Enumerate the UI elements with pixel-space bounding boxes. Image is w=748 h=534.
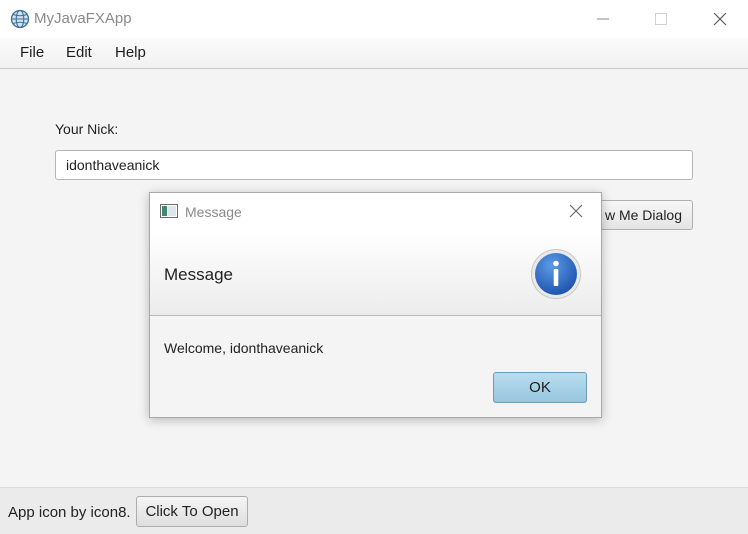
dialog-header: Message	[150, 230, 601, 316]
menu-help[interactable]: Help	[115, 44, 146, 61]
minimize-button[interactable]	[580, 0, 626, 38]
dialog-close-icon[interactable]	[568, 203, 584, 219]
menu-file[interactable]: File	[20, 44, 44, 61]
close-icon	[713, 12, 727, 26]
window-icon	[160, 204, 178, 218]
status-bar: App icon by icon8. Click To Open	[0, 487, 748, 534]
menu-bar: File Edit Help	[0, 38, 748, 69]
globe-icon	[10, 9, 30, 29]
click-to-open-button[interactable]: Click To Open	[136, 496, 248, 527]
dialog-title: Message	[185, 204, 242, 220]
maximize-icon	[655, 13, 667, 25]
icon-credit-text: App icon by icon8.	[8, 504, 131, 521]
window-title: MyJavaFXApp	[34, 10, 132, 27]
nick-input[interactable]	[55, 150, 693, 180]
dialog-header-text: Message	[164, 265, 233, 284]
dialog-message: Welcome, idonthaveanick	[164, 340, 324, 356]
maximize-button[interactable]	[638, 0, 684, 38]
dialog-titlebar: Message	[150, 193, 601, 230]
info-icon	[531, 249, 581, 299]
menu-edit[interactable]: Edit	[66, 44, 92, 61]
minimize-icon	[597, 18, 609, 20]
message-dialog: Message Message Welcome, idonthaveanick …	[149, 192, 602, 418]
ok-button[interactable]: OK	[493, 372, 587, 403]
window-titlebar: MyJavaFXApp	[0, 0, 748, 38]
close-button[interactable]	[697, 0, 743, 38]
nick-label: Your Nick:	[55, 121, 119, 137]
